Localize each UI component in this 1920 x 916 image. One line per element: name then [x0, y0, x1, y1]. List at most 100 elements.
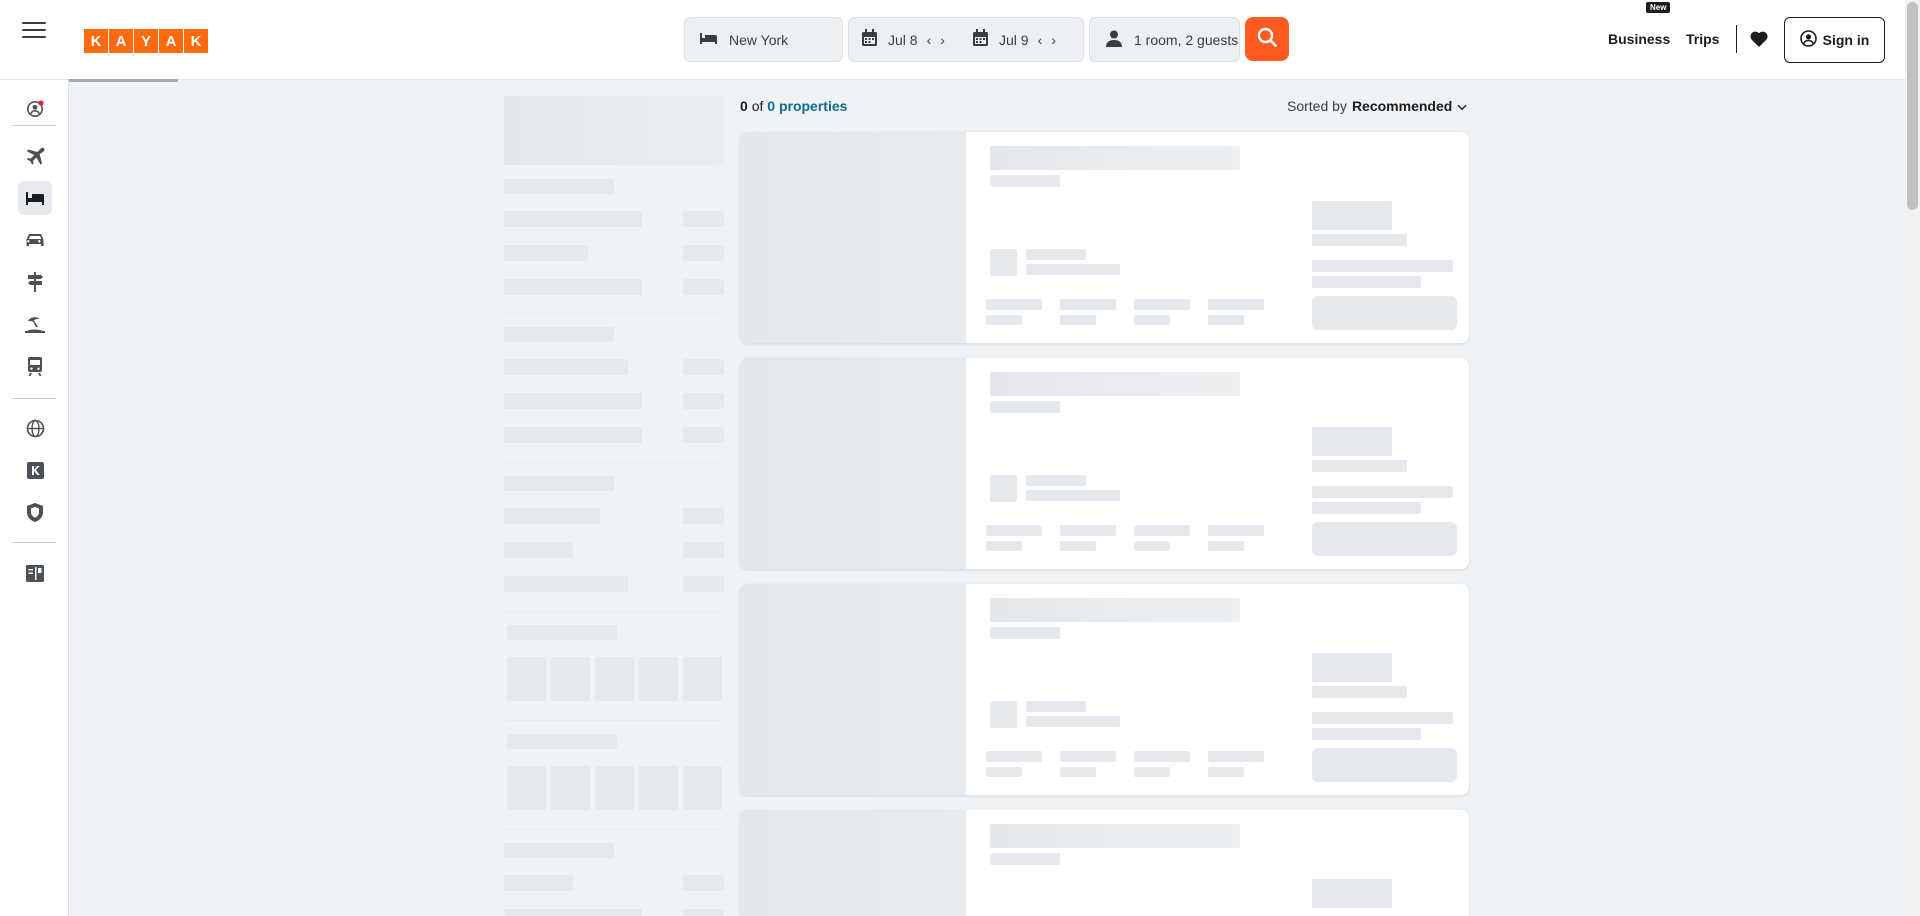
filter-divider — [504, 720, 724, 721]
sign-in-button[interactable]: Sign in — [1784, 17, 1885, 63]
business-link[interactable]: Business — [1608, 31, 1670, 47]
menu-icon[interactable] — [22, 22, 46, 40]
card-price-placeholder — [1312, 879, 1392, 908]
card-text-placeholder — [1312, 460, 1407, 472]
filter-placeholder — [504, 279, 642, 295]
filter-placeholder — [683, 766, 722, 810]
card-text-placeholder — [1060, 525, 1116, 536]
trips-link[interactable]: Trips — [1686, 31, 1719, 47]
card-text-placeholder — [1208, 299, 1264, 310]
filter-divider — [504, 462, 724, 463]
card-button-placeholder — [1312, 296, 1457, 330]
card-subtitle-placeholder — [990, 401, 1060, 413]
filter-placeholder — [507, 734, 617, 749]
heart-icon[interactable] — [1750, 31, 1768, 52]
card-text-placeholder — [1134, 767, 1170, 777]
filter-placeholder — [507, 657, 546, 701]
card-text-placeholder — [986, 541, 1022, 551]
location-value: New York — [729, 31, 789, 48]
card-title-placeholder — [990, 598, 1240, 622]
location-field[interactable]: New York — [684, 17, 843, 62]
card-text-placeholder — [1208, 315, 1244, 325]
card-text-placeholder — [1312, 728, 1421, 740]
filter-placeholder — [507, 766, 546, 810]
results-count: 0 of 0 properties — [740, 98, 847, 114]
scrollbar-thumb[interactable] — [1907, 2, 1918, 210]
guests-value: 1 room, 2 guests — [1134, 31, 1239, 48]
card-rating-placeholder — [990, 701, 1017, 728]
card-subtitle-placeholder — [990, 627, 1060, 639]
kayak-logo[interactable]: K A Y A K — [84, 29, 208, 53]
sort-value: Recommended — [1351, 98, 1453, 114]
cars-icon[interactable] — [18, 223, 52, 257]
card-text-placeholder — [1026, 701, 1086, 712]
card-image-placeholder — [740, 584, 966, 795]
filter-placeholder — [504, 211, 642, 227]
search-button[interactable] — [1245, 17, 1289, 61]
loading-progress-bar — [69, 79, 178, 82]
sort-label: Sorted by — [1287, 98, 1347, 114]
filter-placeholder — [504, 393, 642, 409]
card-text-placeholder — [1312, 502, 1421, 514]
card-text-placeholder — [1060, 541, 1096, 551]
filter-divider — [504, 611, 724, 612]
filter-placeholder — [683, 359, 724, 375]
page-scrollbar[interactable] — [1905, 0, 1920, 916]
filter-placeholder — [504, 508, 600, 524]
result-card-skeleton — [740, 810, 1469, 916]
chevron-right-icon[interactable]: › — [1051, 32, 1056, 48]
filter-placeholder — [504, 245, 588, 261]
card-text-placeholder — [986, 751, 1042, 762]
card-text-placeholder — [1312, 712, 1453, 724]
filter-placeholder — [639, 657, 678, 701]
card-text-placeholder — [1026, 475, 1086, 486]
nav-divider — [12, 542, 56, 543]
card-text-placeholder — [1026, 264, 1120, 275]
card-text-placeholder — [1060, 767, 1096, 777]
travel-guide-icon[interactable] — [18, 556, 52, 590]
vacation-icon[interactable] — [18, 307, 52, 341]
card-text-placeholder — [1134, 541, 1170, 551]
checkout-date[interactable]: Jul 9 ‹ › — [972, 29, 1083, 50]
account-icon[interactable] — [18, 92, 52, 126]
card-text-placeholder — [1026, 249, 1086, 260]
chevron-down-icon — [1457, 98, 1467, 114]
chevron-left-icon[interactable]: ‹ — [927, 32, 932, 48]
trains-icon[interactable] — [18, 349, 52, 383]
filter-placeholder — [595, 657, 634, 701]
card-text-placeholder — [1134, 751, 1190, 762]
packages-icon[interactable] — [18, 265, 52, 299]
card-text-placeholder — [1208, 525, 1264, 536]
sort-dropdown[interactable]: Sorted by Recommended — [1287, 98, 1467, 114]
filter-divider — [504, 829, 724, 830]
trips-protect-icon[interactable] — [18, 495, 52, 529]
bed-icon — [699, 31, 717, 48]
filter-placeholder — [683, 279, 724, 295]
filter-placeholder — [504, 179, 614, 194]
checkin-date[interactable]: Jul 8 ‹ › — [861, 29, 972, 50]
top-header: K A Y A K New York Jul 8 ‹ › Jul 9 ‹ › 1… — [0, 0, 1905, 80]
guests-field[interactable]: 1 room, 2 guests — [1089, 17, 1240, 62]
card-text-placeholder — [986, 767, 1022, 777]
kayak-business-icon[interactable] — [18, 453, 52, 487]
card-text-placeholder — [1134, 315, 1170, 325]
chevron-left-icon[interactable]: ‹ — [1038, 32, 1043, 48]
card-text-placeholder — [986, 299, 1042, 310]
results-total-link[interactable]: 0 properties — [767, 98, 847, 114]
person-icon — [1106, 30, 1122, 50]
new-badge: New — [1646, 2, 1671, 13]
card-title-placeholder — [990, 372, 1240, 396]
card-text-placeholder — [1208, 751, 1264, 762]
filter-placeholder — [683, 245, 724, 261]
explore-icon[interactable] — [18, 411, 52, 445]
stays-icon[interactable] — [18, 181, 52, 215]
card-text-placeholder — [1312, 276, 1421, 288]
result-card-skeleton — [740, 132, 1469, 343]
filter-placeholder — [683, 657, 722, 701]
filter-placeholder — [683, 211, 724, 227]
chevron-right-icon[interactable]: › — [940, 32, 945, 48]
flights-icon[interactable] — [18, 139, 52, 173]
checkin-value: Jul 8 — [888, 31, 918, 48]
card-subtitle-placeholder — [990, 853, 1060, 865]
search-icon — [1257, 27, 1277, 52]
